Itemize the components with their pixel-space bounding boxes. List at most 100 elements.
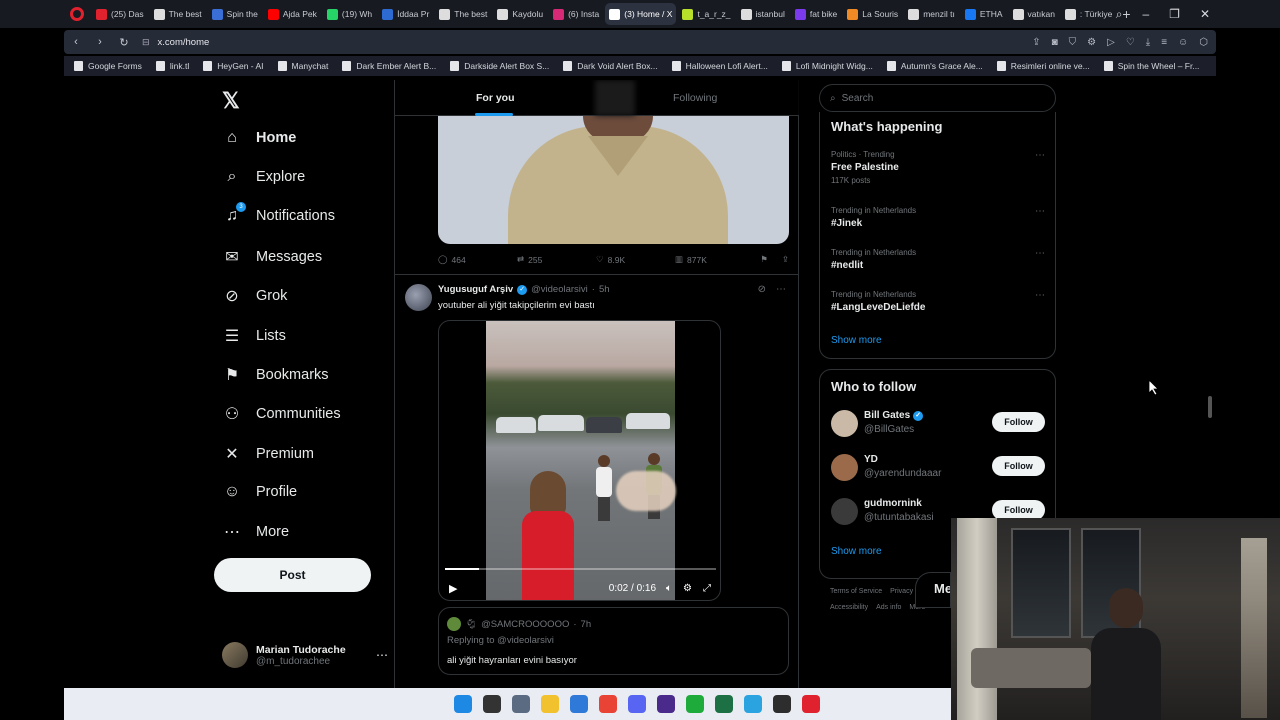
tweet-author-handle[interactable]: @videolarsivi bbox=[531, 284, 588, 295]
browser-tab[interactable]: (19) Wh bbox=[323, 3, 376, 25]
browser-tab[interactable]: istanbul bbox=[737, 3, 789, 25]
bookmark-item[interactable]: Manychat bbox=[277, 61, 328, 71]
player-icon[interactable]: ▷ bbox=[1107, 37, 1115, 48]
reply-preview[interactable]: 🐐︎ @SAMCROOOOOO · 7h Replying to @videol… bbox=[438, 607, 789, 675]
bookmark-item[interactable]: Autumn's Grace Ale... bbox=[886, 61, 983, 71]
restore-icon[interactable]: ❐ bbox=[1169, 7, 1180, 21]
bookmark-icon[interactable]: ⚑ bbox=[760, 254, 768, 265]
settings-icon[interactable]: ⚙ bbox=[683, 583, 692, 594]
fullscreen-icon[interactable]: ⤢ bbox=[703, 583, 711, 594]
footer-link[interactable]: Accessibility bbox=[830, 604, 868, 611]
more-icon[interactable]: ⋯ bbox=[1035, 248, 1045, 259]
search-tabs-icon[interactable]: ⌕ bbox=[1116, 7, 1123, 22]
app-green-icon[interactable] bbox=[686, 695, 704, 713]
close-window-icon[interactable]: ✕ bbox=[1200, 7, 1210, 21]
tab-following[interactable]: Following bbox=[673, 92, 717, 104]
bookmark-item[interactable]: Dark Ember Alert B... bbox=[342, 61, 436, 71]
more-icon[interactable]: ⋯ bbox=[776, 284, 786, 295]
more-icon[interactable]: ⋯ bbox=[1035, 290, 1045, 301]
views-button[interactable]: ▥ 877K bbox=[675, 254, 759, 265]
browser-tab[interactable]: menzil tı bbox=[904, 3, 959, 25]
footer-link[interactable]: Ads info bbox=[876, 604, 901, 611]
discord-icon[interactable] bbox=[628, 695, 646, 713]
follow-suggestion[interactable]: YD @yarendundaaar Follow bbox=[831, 454, 1045, 484]
search-icon[interactable] bbox=[483, 695, 501, 713]
telegram-icon[interactable] bbox=[744, 695, 762, 713]
avatar[interactable] bbox=[831, 410, 858, 437]
sidebar-item-explore[interactable]: ⌕ Explore bbox=[222, 168, 306, 186]
sidebar-item-messages[interactable]: ✉ Messages bbox=[222, 247, 322, 267]
more-icon[interactable]: ⋯ bbox=[376, 648, 388, 662]
sidebar-item-grok[interactable]: ⊘ Grok bbox=[222, 286, 287, 306]
follow-button[interactable]: Follow bbox=[992, 456, 1045, 476]
bookmark-item[interactable]: Halloween Lofi Alert... bbox=[671, 61, 768, 71]
play-icon[interactable]: ▶ bbox=[449, 582, 457, 595]
tweet-time[interactable]: 5h bbox=[599, 284, 610, 295]
vpn-icon[interactable]: ⚙ bbox=[1087, 37, 1096, 48]
replying-to-handle[interactable]: @videolarsivi bbox=[497, 635, 554, 646]
follow-button[interactable]: Follow bbox=[992, 500, 1045, 520]
reload-icon[interactable]: ↻ bbox=[112, 36, 136, 49]
search-box[interactable]: ⌕ bbox=[819, 84, 1056, 112]
browser-tab[interactable]: Ajda Pek bbox=[264, 3, 321, 25]
bookmark-item[interactable]: Resimleri online ve... bbox=[996, 61, 1090, 71]
download-icon[interactable]: ⤓ bbox=[1146, 37, 1150, 48]
x-logo-icon[interactable]: 𝕏 bbox=[222, 88, 240, 114]
bookmark-item[interactable]: Darkside Alert Box S... bbox=[450, 61, 549, 71]
bookmark-item[interactable]: Google Forms bbox=[74, 61, 142, 71]
app-dark-icon[interactable] bbox=[773, 695, 791, 713]
sidebar-item-notifications[interactable]: ♫ 3 Notifications bbox=[222, 202, 335, 225]
video-player[interactable]: ▶ 0:02 / 0:16 🔈︎ ⚙ ⤢ bbox=[438, 320, 721, 601]
search-input[interactable] bbox=[841, 92, 1032, 104]
bookmark-item[interactable]: Spin the Wheel – Fr... bbox=[1103, 61, 1199, 71]
obs-icon[interactable] bbox=[657, 695, 675, 713]
browser-tab[interactable]: The best bbox=[435, 3, 491, 25]
repost-button[interactable]: ⇄ 255 bbox=[517, 254, 596, 265]
sidebar-item-more[interactable]: ⋯ More bbox=[222, 522, 289, 542]
excel-icon[interactable] bbox=[715, 695, 733, 713]
browser-tab[interactable]: İddaa Pr bbox=[378, 3, 433, 25]
url-field[interactable]: x.com/home bbox=[158, 37, 210, 48]
trend-item[interactable]: Trending in Netherlands #Jinek ⋯ bbox=[831, 206, 1045, 229]
photos-icon[interactable] bbox=[570, 695, 588, 713]
site-info-icon[interactable]: ⊟ bbox=[142, 37, 150, 48]
camera-icon[interactable]: ◙ bbox=[1052, 37, 1058, 48]
bookmark-item[interactable]: Dark Void Alert Box... bbox=[563, 61, 658, 71]
like-button[interactable]: ♡ 8.9K bbox=[596, 254, 675, 265]
avatar[interactable] bbox=[831, 498, 858, 525]
follow-button[interactable]: Follow bbox=[992, 412, 1045, 432]
reply-button[interactable]: ◯ 464 bbox=[438, 254, 517, 265]
trend-item[interactable]: Trending in Netherlands #nedlit ⋯ bbox=[831, 248, 1045, 271]
grok-icon[interactable]: ⊘ bbox=[758, 284, 766, 295]
sidebar-item-profile[interactable]: ☺ Profile bbox=[222, 483, 297, 501]
browser-tab[interactable]: fat bike bbox=[791, 3, 841, 25]
menu-icon[interactable]: ≡ bbox=[1161, 37, 1167, 48]
bookmark-item[interactable]: HeyGen - AI bbox=[203, 61, 264, 71]
browser-tab[interactable]: (6) Insta bbox=[549, 3, 603, 25]
follow-show-more[interactable]: Show more bbox=[831, 546, 882, 557]
share-icon[interactable]: ⇪ bbox=[1032, 37, 1040, 48]
footer-link[interactable]: Terms of Service bbox=[830, 588, 882, 595]
heart-icon[interactable]: ♡ bbox=[1126, 37, 1135, 48]
browser-tab[interactable]: : Türkiye bbox=[1061, 3, 1116, 25]
tweet-author-name[interactable]: Yugusuguf Arşiv bbox=[438, 284, 513, 295]
volume-icon[interactable]: 🔈︎ bbox=[666, 583, 672, 594]
browser-tab[interactable]: ETHA bbox=[961, 3, 1007, 25]
settings-icon[interactable] bbox=[512, 695, 530, 713]
scrollbar-thumb[interactable] bbox=[1208, 396, 1212, 418]
profile-icon[interactable]: ☺ bbox=[1178, 37, 1188, 48]
browser-tab[interactable]: (3) Home / X bbox=[605, 3, 677, 25]
post-button[interactable]: Post bbox=[214, 558, 371, 592]
trend-item[interactable]: Trending in Netherlands #LangLeveDeLiefde… bbox=[831, 290, 1045, 313]
browser-tab[interactable]: t_a_r_z_ bbox=[678, 3, 734, 25]
sidebar-item-premium[interactable]: ✕ Premium bbox=[222, 444, 314, 464]
browser-tab[interactable]: vatıkan bbox=[1009, 3, 1059, 25]
tweet-author-avatar[interactable] bbox=[405, 284, 432, 311]
chrome-icon[interactable] bbox=[599, 695, 617, 713]
extensions-icon[interactable]: ⬡ bbox=[1199, 37, 1208, 48]
browser-tab[interactable]: Spin the bbox=[208, 3, 262, 25]
shield-icon[interactable]: ⛉ bbox=[1069, 37, 1077, 48]
sidebar-item-communities[interactable]: ⚇ Communities bbox=[222, 404, 341, 424]
windows-start-icon[interactable] bbox=[454, 695, 472, 713]
browser-tab[interactable]: The best bbox=[150, 3, 206, 25]
